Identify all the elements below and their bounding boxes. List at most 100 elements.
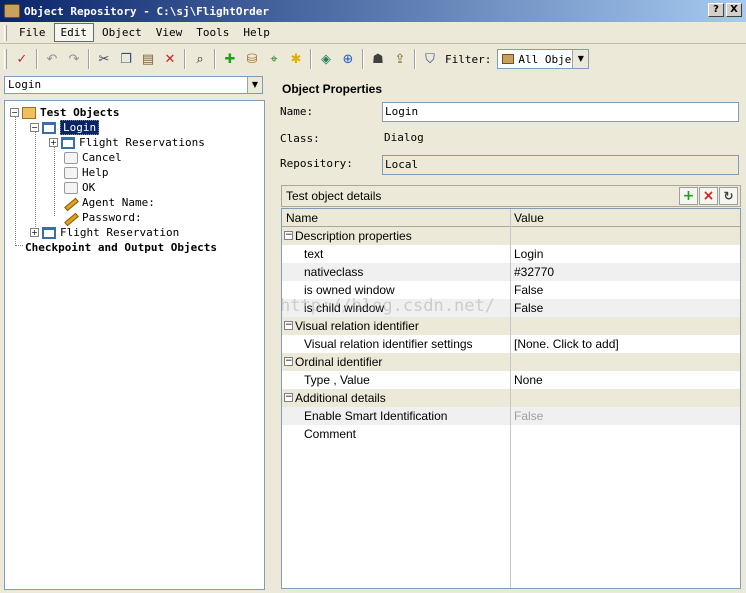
menu-file[interactable]: File [13,24,52,41]
category-additional-details[interactable]: − Additional details [282,389,740,407]
expand-icon[interactable]: + [30,228,39,237]
toolbar-separator [36,49,38,69]
toolbar-separator [88,49,90,69]
close-button[interactable]: X [726,3,742,17]
name-field[interactable]: Login [382,102,739,122]
property-value[interactable]: False [514,301,543,315]
cut-icon[interactable]: ✂ [93,48,115,70]
tree-item-help[interactable]: Help [64,165,109,180]
button-icon [64,151,78,164]
collapse-icon[interactable]: − [30,123,39,132]
navigate-icon[interactable]: ⊕ [337,48,359,70]
category-description-properties[interactable]: − Description properties [282,227,740,245]
category-label: Visual relation identifier [295,319,419,333]
column-value-header[interactable]: Value [514,211,544,225]
export-icon[interactable]: ⇪ [389,48,411,70]
add-object-icon[interactable]: ✚ [219,48,241,70]
menu-help[interactable]: Help [237,24,276,41]
dialog-icon [42,121,56,134]
panel-title: Object Properties [282,82,383,96]
object-tree[interactable]: − Test Objects − Login + Flight Reservat… [4,100,265,590]
tree-item-login[interactable]: − Login [30,120,100,135]
filter-dropdown[interactable]: All Obje ▼ [497,49,590,69]
object-spy-icon[interactable]: ◈ [315,48,337,70]
chevron-down-icon[interactable]: ▼ [247,77,262,93]
highlight-icon[interactable]: ✱ [285,48,307,70]
undo-icon[interactable]: ↶ [41,48,63,70]
paste-icon[interactable]: ▤ [137,48,159,70]
add-property-icon[interactable]: + [679,187,698,205]
object-selector-value: Login [8,78,42,91]
collapse-icon[interactable]: − [284,393,293,402]
tree-connector [15,245,23,246]
properties-grid[interactable]: Name Value − Description properties text… [281,208,741,589]
property-value[interactable]: False [514,283,543,297]
property-name: text [304,247,324,261]
toolbar-separator [362,49,364,69]
column-divider[interactable] [510,209,511,588]
collapse-icon[interactable]: − [10,108,19,117]
redo-icon[interactable]: ↷ [63,48,85,70]
collapse-icon[interactable]: − [284,231,293,240]
tree-label: Login [60,120,100,135]
find-icon[interactable]: ⌕ [189,48,211,70]
category-ordinal-identifier[interactable]: − Ordinal identifier [282,353,740,371]
menu-tools[interactable]: Tools [190,24,235,41]
chevron-down-icon[interactable]: ▼ [572,50,589,68]
property-row-type-value[interactable]: Type , Value None [282,371,740,389]
test-object-details-header: Test object details + × ↻ [281,185,741,207]
collapse-icon[interactable]: − [284,321,293,330]
property-row-visual-relation-settings[interactable]: Visual relation identifier settings [Non… [282,335,740,353]
property-row-nativeclass[interactable]: nativeclass #32770 [282,263,740,281]
help-button[interactable]: ? [708,3,724,17]
toolbar-grip[interactable] [4,49,7,69]
remove-property-icon[interactable]: × [699,187,718,205]
property-value[interactable]: [None. Click to add] [514,337,619,351]
property-row-comment[interactable]: Comment [282,425,740,443]
check-icon[interactable]: ✓ [11,48,33,70]
repository-icon [22,106,36,119]
category-visual-relation[interactable]: − Visual relation identifier [282,317,740,335]
property-row-is-owned-window[interactable]: is owned window False [282,281,740,299]
tree-item-ok[interactable]: OK [64,180,95,195]
property-name: nativeclass [304,265,364,279]
collapse-icon[interactable]: − [284,357,293,366]
details-buttons: + × ↻ [679,187,738,205]
delete-icon[interactable]: ✕ [159,48,181,70]
property-value[interactable]: False [514,409,543,423]
menu-view[interactable]: View [150,24,189,41]
property-name: Enable Smart Identification [304,409,448,423]
property-value[interactable]: Login [514,247,543,261]
tree-item-password[interactable]: Password: [64,210,142,225]
refresh-icon[interactable]: ↻ [719,187,738,205]
property-name: Visual relation identifier settings [304,337,473,351]
title-bar: Object Repository - C:\sj\FlightOrder ? … [0,0,746,22]
property-value[interactable]: #32770 [514,265,554,279]
tree-item-flight-reservation[interactable]: + Flight Reservation [30,225,179,240]
select-icon[interactable]: ⌖ [263,48,285,70]
tree-label: OK [82,181,96,194]
tree-item-cancel[interactable]: Cancel [64,150,122,165]
object-selector-combo[interactable]: Login ▼ [4,76,263,94]
tree-item-checkpoint-output[interactable]: Checkpoint and Output Objects [25,240,217,255]
property-row-smart-identification[interactable]: Enable Smart Identification False [282,407,740,425]
add-local-icon[interactable]: ⛁ [241,48,263,70]
tree-item-flight-reservations[interactable]: + Flight Reservations [49,135,205,150]
property-value[interactable]: None [514,373,543,387]
menu-edit[interactable]: Edit [53,23,94,42]
category-label: Ordinal identifier [295,355,383,369]
repository-field: Local [382,155,739,175]
copy-icon[interactable]: ❐ [115,48,137,70]
repository-icon [502,54,515,64]
object-properties-panel: Object Properties Name: Login Class: Dia… [270,74,746,593]
incognito-icon[interactable]: ☗ [367,48,389,70]
column-name-header[interactable]: Name [286,211,318,225]
menu-grip[interactable] [4,24,7,41]
property-row-is-child-window[interactable]: is child window False [282,299,740,317]
tree-item-agent-name[interactable]: Agent Name: [64,195,155,210]
property-row-text[interactable]: text Login [282,245,740,263]
expand-icon[interactable]: + [49,138,58,147]
tree-label: Test Objects [40,106,120,119]
tree-item-test-objects[interactable]: − Test Objects [10,105,119,120]
menu-object[interactable]: Object [96,24,148,41]
